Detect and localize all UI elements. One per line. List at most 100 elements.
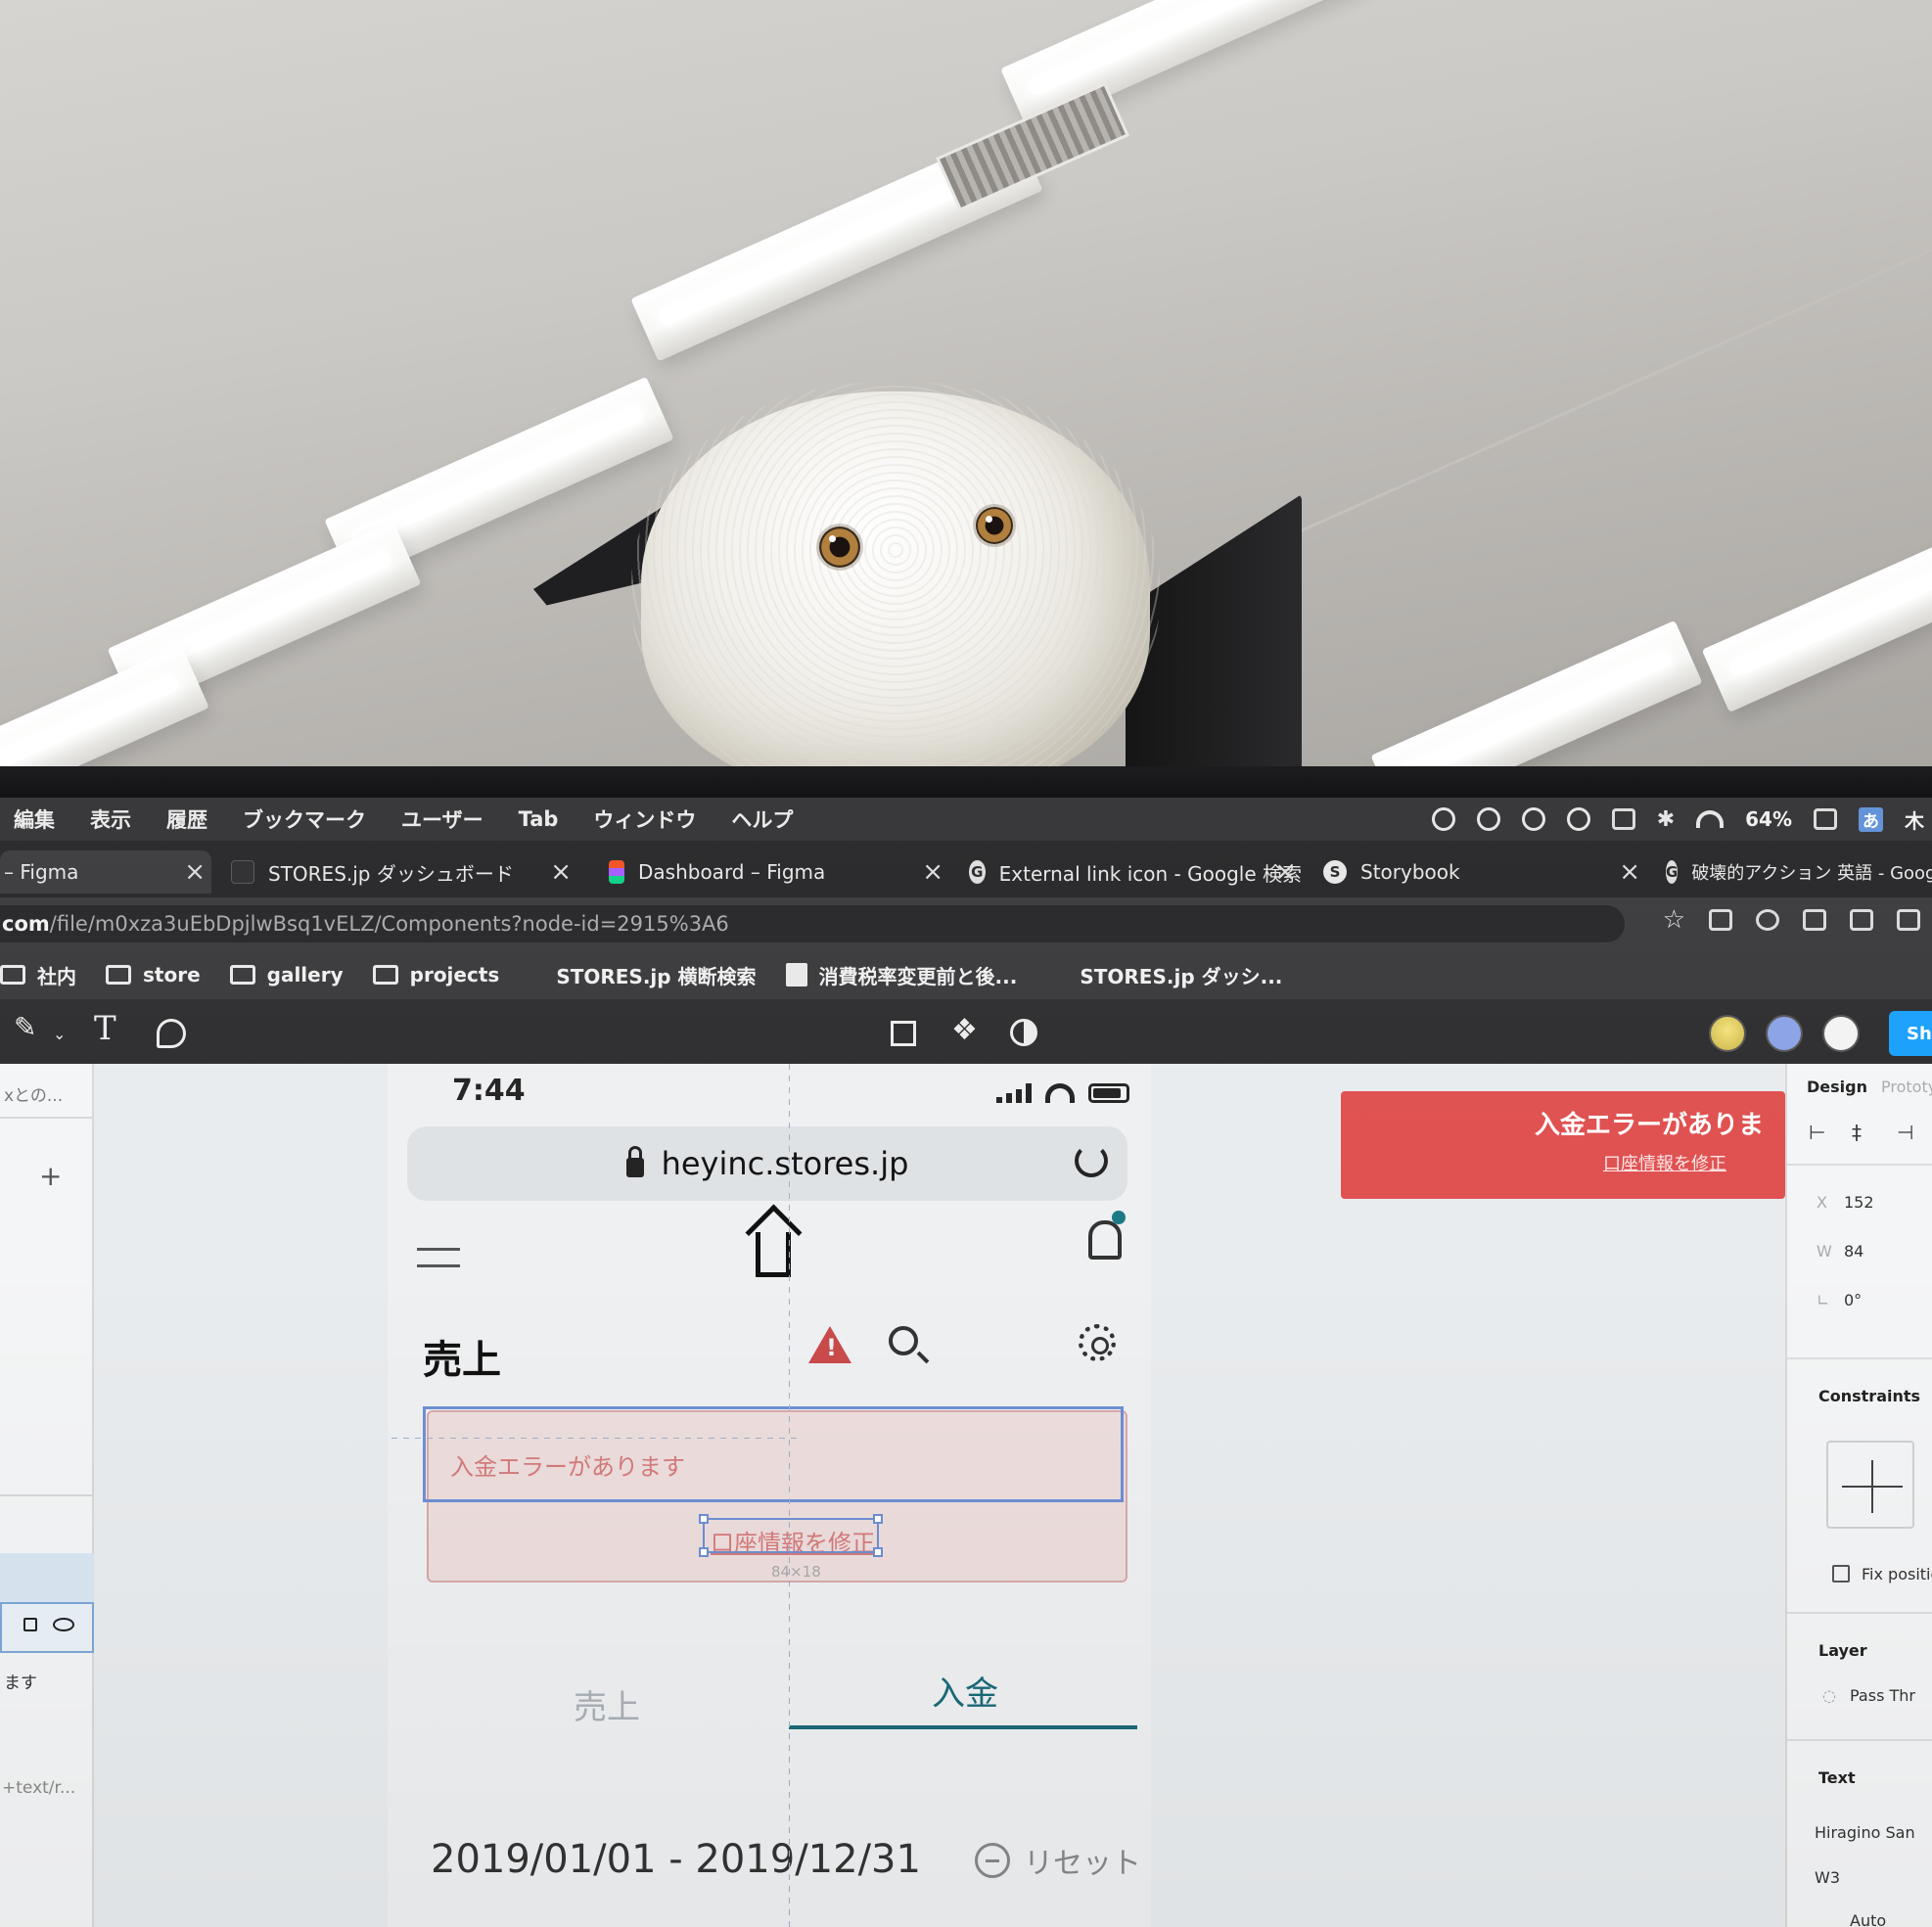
url-field[interactable]: com /file/m0xza3uEbDpjlwBsq1vELZ/Compone… xyxy=(0,905,1625,942)
home-store-icon[interactable] xyxy=(756,1232,791,1277)
mask-icon[interactable] xyxy=(1010,1019,1037,1046)
align-right-icon[interactable]: ⊣ xyxy=(1897,1121,1913,1144)
tab-close-icon[interactable]: × xyxy=(922,857,943,887)
search-icon[interactable] xyxy=(889,1326,918,1355)
align-center-icon[interactable]: ‡ xyxy=(1852,1121,1862,1144)
bookmark-folder-gallery[interactable]: gallery xyxy=(229,963,344,986)
bookmark-folder-internal[interactable]: 社内 xyxy=(0,961,76,989)
tab-deposit[interactable]: 入金 xyxy=(932,1667,998,1715)
tab-google-external-link[interactable]: G External link icon - Google 検索 × xyxy=(969,850,1302,894)
tab-close-icon[interactable]: × xyxy=(550,857,572,887)
eye-icon[interactable] xyxy=(53,1618,74,1631)
tab-close-icon[interactable]: × xyxy=(1619,857,1640,887)
bookmark-stores-search[interactable]: STORES.jp 横断検索 xyxy=(556,961,756,989)
tab-dashboard-figma[interactable]: Dashboard – Figma × xyxy=(609,850,949,894)
c-app-icon[interactable] xyxy=(1476,807,1500,831)
menu-bookmarks[interactable]: ブックマーク xyxy=(243,804,366,834)
chevron-down-icon[interactable]: ⌄ xyxy=(53,1025,66,1043)
blend-mode-select[interactable]: Pass Thr xyxy=(1850,1686,1915,1705)
lock-icon[interactable] xyxy=(23,1618,37,1631)
share-button[interactable]: Sha xyxy=(1889,1011,1932,1056)
comment-tool-icon[interactable] xyxy=(157,1019,186,1048)
input-method[interactable]: あ xyxy=(1859,806,1883,832)
bookmark-folder-projects[interactable]: projects xyxy=(372,963,499,986)
banner-fix-link[interactable]: 口座情報を修正 xyxy=(1603,1150,1726,1175)
battery-percent[interactable]: 64% xyxy=(1745,807,1792,831)
tab-figma[interactable]: – Figma × xyxy=(0,850,211,894)
reset-icon[interactable] xyxy=(975,1843,1010,1878)
reset-button[interactable]: リセット xyxy=(1024,1839,1141,1882)
warning-icon[interactable] xyxy=(808,1326,851,1363)
notification-bell-icon[interactable] xyxy=(1088,1220,1122,1260)
resize-handle[interactable] xyxy=(699,1547,709,1557)
info-extension-icon[interactable] xyxy=(1756,909,1779,931)
bookmark-star-icon[interactable]: ☆ xyxy=(1663,907,1685,933)
tab-close-icon[interactable]: × xyxy=(1274,857,1296,887)
owl-eye-left xyxy=(819,527,860,568)
collaborator-avatar[interactable] xyxy=(1822,1015,1860,1052)
x-input[interactable]: 152 xyxy=(1844,1193,1874,1212)
resize-handle[interactable] xyxy=(699,1514,709,1524)
tab-sales[interactable]: 売上 xyxy=(574,1680,640,1728)
ceiling-light xyxy=(1701,530,1932,712)
clock-day[interactable]: 木 xyxy=(1905,805,1924,834)
tab-stores-dashboard[interactable]: STORES.jp ダッシュボード × xyxy=(231,850,577,894)
password-manager-icon[interactable] xyxy=(1566,807,1590,831)
date-range[interactable]: 2019/01/01 - 2019/12/31 xyxy=(431,1837,921,1882)
w-input[interactable]: 84 xyxy=(1844,1242,1863,1261)
square-extension-icon[interactable] xyxy=(1897,909,1920,931)
menu-window[interactable]: ウィンドウ xyxy=(593,804,696,834)
fix-position-checkbox[interactable] xyxy=(1832,1565,1850,1583)
layer-row-selected[interactable] xyxy=(0,1553,94,1602)
line-height-input[interactable]: Auto xyxy=(1850,1911,1886,1927)
font-family-select[interactable]: Hiragino San xyxy=(1815,1823,1915,1842)
tab-storybook[interactable]: S Storybook × xyxy=(1323,850,1646,894)
wifi-icon[interactable] xyxy=(1696,810,1725,828)
tab-prototype[interactable]: Prototy xyxy=(1881,1078,1932,1096)
s-extension-icon[interactable] xyxy=(1803,909,1826,931)
menu-view[interactable]: 表示 xyxy=(90,804,131,834)
component-icon[interactable]: ❖ xyxy=(951,1013,978,1047)
align-left-icon[interactable]: ⊢ xyxy=(1809,1121,1825,1144)
menu-help[interactable]: ヘルプ xyxy=(731,804,793,834)
frame-selection-icon[interactable] xyxy=(891,1021,916,1046)
hamburger-menu-icon[interactable] xyxy=(417,1248,460,1281)
bookmark-tax-change[interactable]: 消費税率変更前と後... xyxy=(785,961,1017,989)
gear-icon[interactable] xyxy=(1079,1324,1116,1361)
airplay-icon[interactable] xyxy=(1611,808,1635,830)
bookmark-folder-store[interactable]: store xyxy=(106,963,201,986)
mobile-frame[interactable]: 7:44 heyinc.stores.jp 売上 ! 入金エラーがあります 口座… xyxy=(388,1064,1151,1927)
constraint-widget[interactable] xyxy=(1826,1441,1914,1529)
reload-icon[interactable] xyxy=(1075,1144,1108,1177)
sync-icon[interactable] xyxy=(1521,807,1545,831)
menu-user[interactable]: ユーザー xyxy=(401,804,483,834)
resize-handle[interactable] xyxy=(873,1514,883,1524)
extension-icon[interactable] xyxy=(1709,909,1732,931)
add-page-icon[interactable]: + xyxy=(39,1160,62,1192)
rotation-input[interactable]: 0° xyxy=(1844,1291,1862,1309)
pen-tool-icon[interactable]: ✎ xyxy=(14,1011,36,1043)
resize-handle[interactable] xyxy=(873,1547,883,1557)
menu-tab[interactable]: Tab xyxy=(519,807,559,831)
layer-row-hovered[interactable] xyxy=(0,1602,94,1653)
error-banner-component[interactable]: 入金エラーがありま 口座情報を修正 xyxy=(1341,1091,1785,1199)
menu-history[interactable]: 履歴 xyxy=(166,804,207,834)
tab-google-destructive[interactable]: G 破壊的アクション 英語 - Google xyxy=(1666,850,1932,894)
collaborator-avatar[interactable] xyxy=(1766,1015,1803,1052)
collaborator-avatar[interactable] xyxy=(1709,1015,1746,1052)
font-weight-select[interactable]: W3 xyxy=(1815,1868,1840,1887)
bluetooth-icon[interactable]: ✱ xyxy=(1657,807,1675,832)
layer-item-label[interactable]: ます xyxy=(4,1669,37,1693)
creative-cloud-icon[interactable] xyxy=(1431,807,1455,831)
battery-icon[interactable] xyxy=(1814,808,1837,830)
mobile-url-bar[interactable]: heyinc.stores.jp xyxy=(407,1126,1127,1201)
tab-close-icon[interactable]: × xyxy=(184,857,206,887)
tab-design[interactable]: Design xyxy=(1807,1078,1867,1096)
text-tool-icon[interactable]: T xyxy=(94,1009,116,1048)
bookmark-stores-dashboard[interactable]: STORES.jp ダッシ... xyxy=(1080,961,1282,989)
layer-item-label[interactable]: +text/r... xyxy=(2,1778,75,1798)
menu-edit[interactable]: 編集 xyxy=(14,804,55,834)
window-extension-icon[interactable] xyxy=(1850,909,1873,931)
layer-item-label[interactable]: xとの... xyxy=(4,1081,63,1106)
figma-canvas[interactable]: xとの... + ます +text/r... 7:44 heyinc.store… xyxy=(0,1064,1932,1927)
